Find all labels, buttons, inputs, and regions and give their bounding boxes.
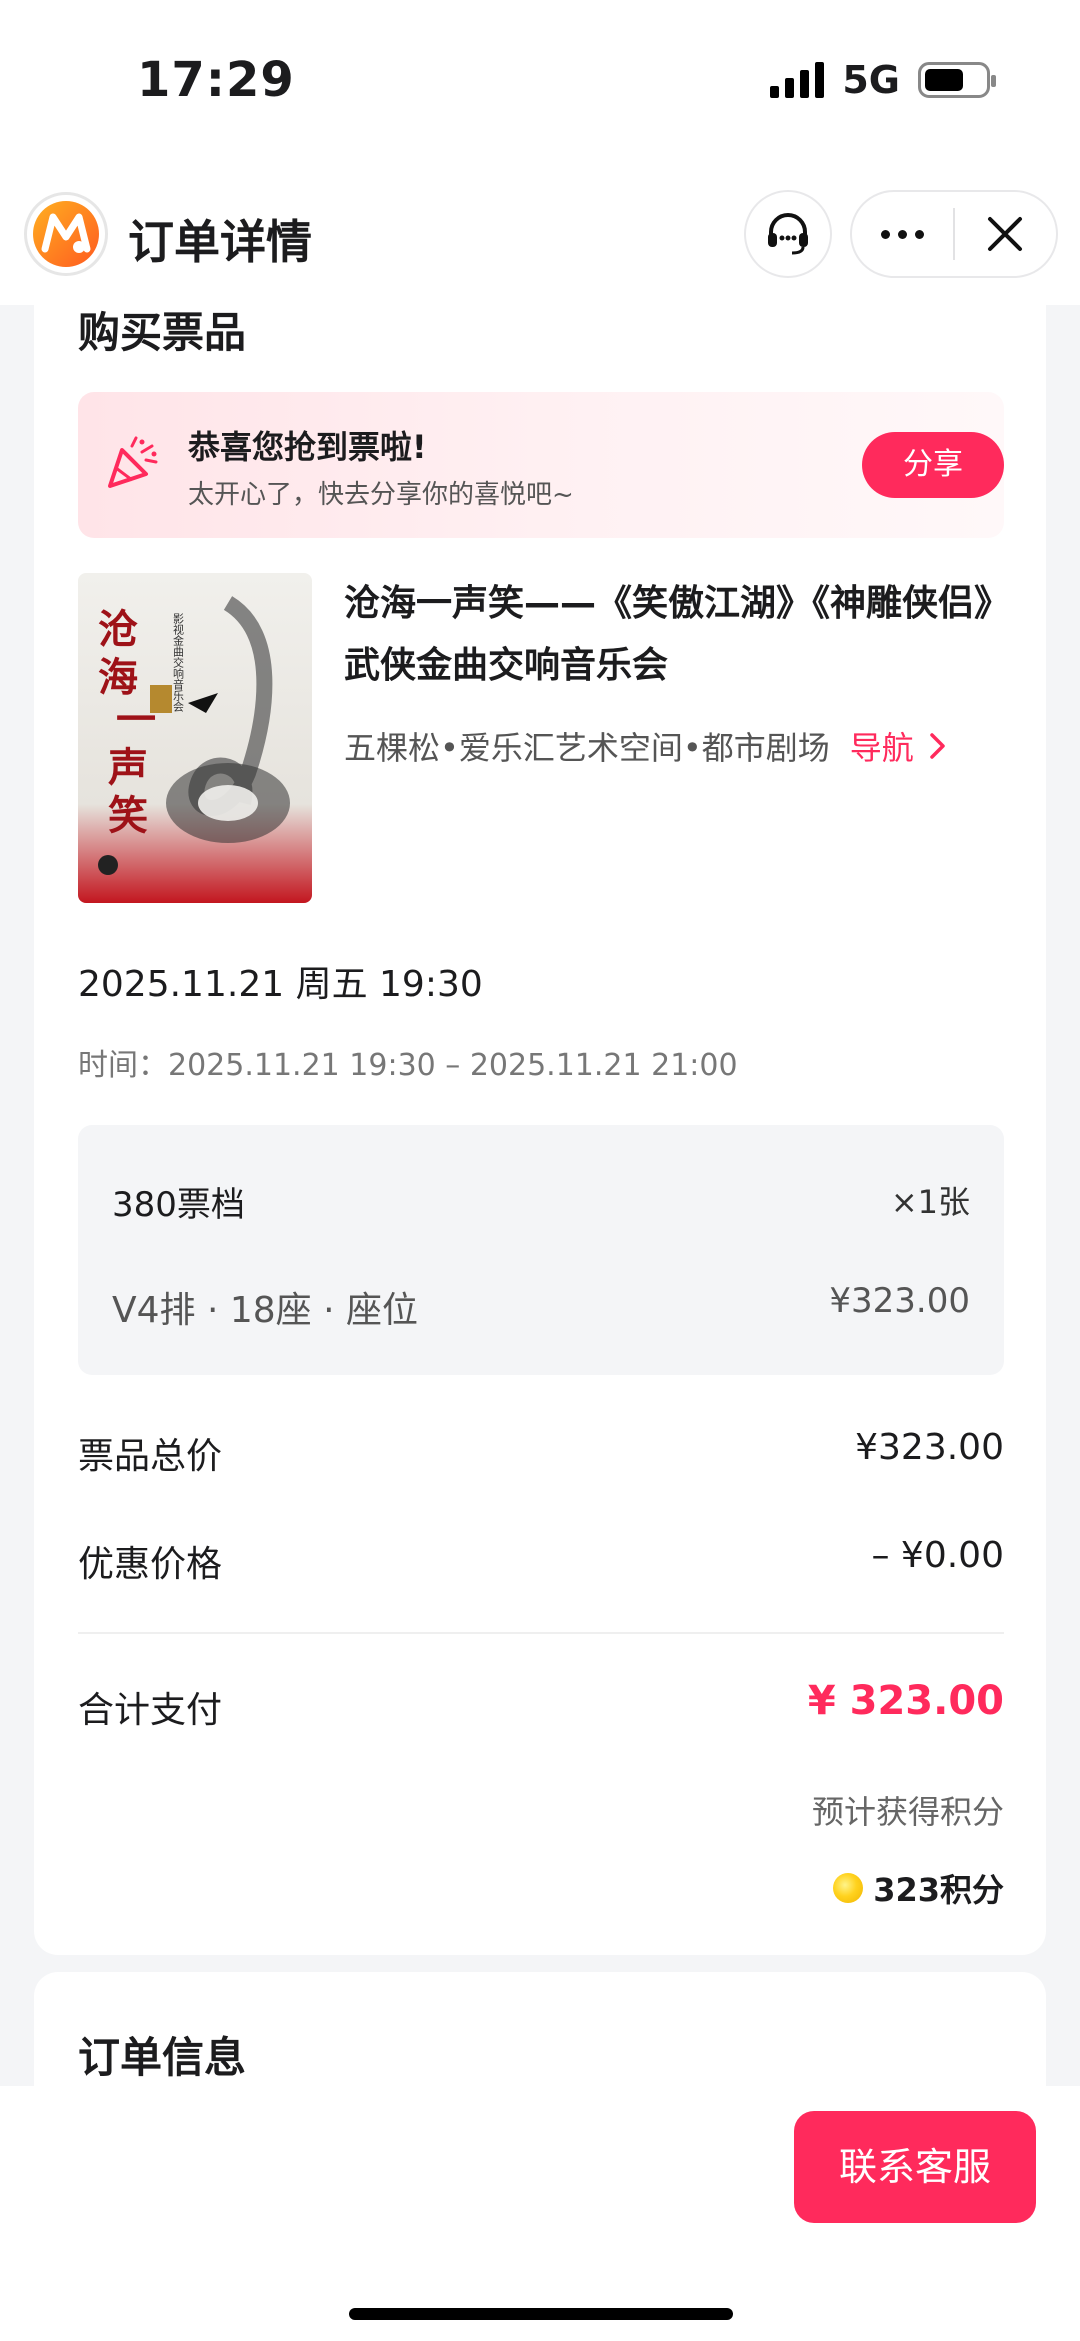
event-poster[interactable]: 沧 海 一 声 笑 影视金曲交响音乐会: [78, 573, 312, 903]
home-indicator[interactable]: [349, 2308, 733, 2320]
discount-value: – ¥0.00: [871, 1535, 1004, 1576]
points-row: 323积分: [833, 1865, 1004, 1911]
seat-info: V4排 · 18座 · 座位: [112, 1290, 419, 1331]
status-icons: 5G: [770, 58, 996, 102]
svg-text:声: 声: [108, 744, 148, 791]
event-date: 2025.11.21 周五 19:30: [78, 964, 483, 1005]
coin-icon: [833, 1873, 864, 1903]
close-icon[interactable]: [955, 192, 1056, 276]
party-popper-icon: [102, 434, 162, 498]
network-type: 5G: [842, 58, 900, 102]
customer-service-button[interactable]: [744, 190, 832, 278]
event-time-range: 时间：2025.11.21 19:30 – 2025.11.21 21:00: [78, 1048, 738, 1083]
svg-text:沧: 沧: [98, 606, 138, 653]
congrats-subtitle: 太开心了，快去分享你的喜悦吧~: [188, 480, 574, 510]
more-icon[interactable]: [852, 192, 953, 276]
points-value: 323积分: [873, 1871, 1004, 1909]
contact-service-button[interactable]: 联系客服: [794, 2111, 1036, 2223]
event-title[interactable]: 沧海一声笑——《笑傲江湖》《神雕侠侣》武侠金曲交响音乐会: [344, 573, 1024, 697]
chevron-right-icon: [930, 733, 945, 759]
app-logo-icon: [24, 192, 108, 276]
status-time: 17:29: [137, 52, 295, 108]
nav-bar: 订单详情: [0, 160, 1080, 305]
navigation-link[interactable]: 导航: [850, 723, 948, 769]
svg-text:影视金曲交响音乐会: 影视金曲交响音乐会: [172, 613, 185, 712]
ticket-total-value: ¥323.00: [855, 1427, 1004, 1468]
pay-total-value: ¥ 323.00: [807, 1678, 1004, 1724]
section-title-purchase: 购买票品: [78, 308, 247, 357]
status-bar: 17:29 5G: [0, 0, 1080, 160]
mini-program-capsule: [850, 190, 1058, 278]
section-title-order-info: 订单信息: [78, 2033, 247, 2082]
bottom-bar: 联系客服: [0, 2086, 1080, 2341]
ticket-tier: 380票档: [112, 1185, 245, 1225]
share-button[interactable]: 分享: [862, 432, 1004, 498]
points-label: 预计获得积分: [811, 1793, 1004, 1831]
battery-icon: [918, 62, 996, 98]
ticket-total-label: 票品总价: [78, 1436, 223, 1477]
svg-text:一: 一: [116, 696, 156, 743]
congrats-banner: 恭喜您抢到票啦! 太开心了，快去分享你的喜悦吧~ 分享: [78, 392, 1004, 538]
ticket-quantity: ×1张: [890, 1183, 970, 1221]
page-title: 订单详情: [128, 215, 312, 269]
svg-text:海: 海: [98, 654, 138, 701]
headset-icon: [768, 213, 808, 255]
navigation-label: 导航: [849, 729, 914, 767]
svg-text:笑: 笑: [108, 792, 148, 839]
ticket-detail-box: 380票档 ×1张 V4排 · 18座 · 座位 ¥323.00: [78, 1125, 1004, 1375]
pay-total-label: 合计支付: [78, 1690, 223, 1731]
venue-name: 五棵松•爱乐汇艺术空间•都市剧场: [344, 729, 830, 767]
signal-icon: [770, 62, 825, 98]
congrats-title: 恭喜您抢到票啦!: [188, 428, 427, 466]
summary-divider: [78, 1632, 1004, 1634]
discount-label: 优惠价格: [78, 1544, 223, 1585]
venue-row: 五棵松•爱乐汇艺术空间•都市剧场 导航: [344, 723, 948, 769]
seat-price: ¥323.00: [829, 1281, 970, 1321]
purchase-card: 购买票品 恭喜您抢到票啦! 太开心了，快去分享你的喜悦吧~ 分享 沧 海 一 声…: [34, 305, 1046, 1955]
